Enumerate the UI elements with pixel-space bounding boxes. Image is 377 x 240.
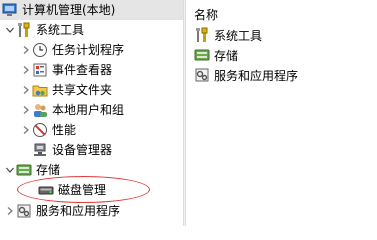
users-icon (32, 102, 48, 118)
list-item-label: 存储 (214, 48, 239, 63)
list-item-system-tools[interactable]: 系统工具 (194, 26, 262, 44)
performance-icon (32, 122, 48, 138)
tree-item-label: 设备管理器 (52, 143, 113, 157)
tree-item-performance[interactable]: 性能 (20, 120, 76, 140)
tree-item-label: 事件查看器 (52, 63, 113, 77)
column-header-name[interactable]: 名称 (194, 6, 218, 23)
expand-down-icon[interactable] (4, 160, 16, 180)
tree-item-label: 系统工具 (36, 23, 85, 37)
expand-right-icon[interactable] (4, 201, 16, 221)
tree-item-shared-folders[interactable]: 共享文件夹 (20, 80, 112, 100)
content-list: 名称 系统工具 存储 服务和应用程序 (186, 0, 377, 226)
tree-item-system-tools[interactable]: 系统工具 (4, 20, 84, 40)
tree-item-event-viewer[interactable]: 事件查看器 (20, 60, 112, 80)
storage-icon (194, 47, 210, 63)
services-icon (16, 203, 32, 219)
tree-item-services-apps[interactable]: 服务和应用程序 (4, 201, 120, 221)
tree-item-device-manager[interactable]: 设备管理器 (32, 140, 112, 160)
navigation-tree: 计算机管理(本地) 系统工具 任务计划程序 事件查看器 共享文件夹 本地用户和组… (0, 0, 183, 226)
tree-item-label: 本地用户和组 (52, 103, 125, 117)
services-icon (194, 67, 210, 83)
tree-item-label: 任务计划程序 (52, 43, 125, 57)
shared-folder-icon (32, 82, 48, 98)
storage-icon (16, 162, 32, 178)
red-annotation-ellipse (17, 176, 150, 203)
device-manager-icon (32, 142, 48, 158)
tools-icon (16, 22, 32, 38)
tree-item-root[interactable]: 计算机管理(本地) (2, 0, 115, 20)
clock-icon (32, 42, 48, 58)
tree-item-label: 性能 (52, 123, 77, 137)
tree-item-label: 计算机管理(本地) (22, 3, 116, 17)
list-item-storage[interactable]: 存储 (194, 46, 238, 64)
tree-item-local-users-groups[interactable]: 本地用户和组 (20, 100, 124, 120)
tools-icon (194, 27, 210, 43)
tree-item-task-scheduler[interactable]: 任务计划程序 (20, 40, 124, 60)
expand-right-icon[interactable] (20, 100, 32, 120)
event-log-icon (32, 62, 48, 78)
expand-right-icon[interactable] (20, 40, 32, 60)
expand-right-icon[interactable] (20, 120, 32, 140)
list-item-services-apps[interactable]: 服务和应用程序 (194, 66, 298, 84)
list-item-label: 系统工具 (214, 28, 263, 43)
expand-down-icon[interactable] (4, 20, 16, 40)
tree-item-label: 共享文件夹 (52, 83, 113, 97)
computer-management-icon (2, 2, 18, 18)
tree-item-label: 服务和应用程序 (36, 204, 121, 218)
expand-right-icon[interactable] (20, 80, 32, 100)
list-item-label: 服务和应用程序 (214, 68, 299, 83)
expand-right-icon[interactable] (20, 60, 32, 80)
